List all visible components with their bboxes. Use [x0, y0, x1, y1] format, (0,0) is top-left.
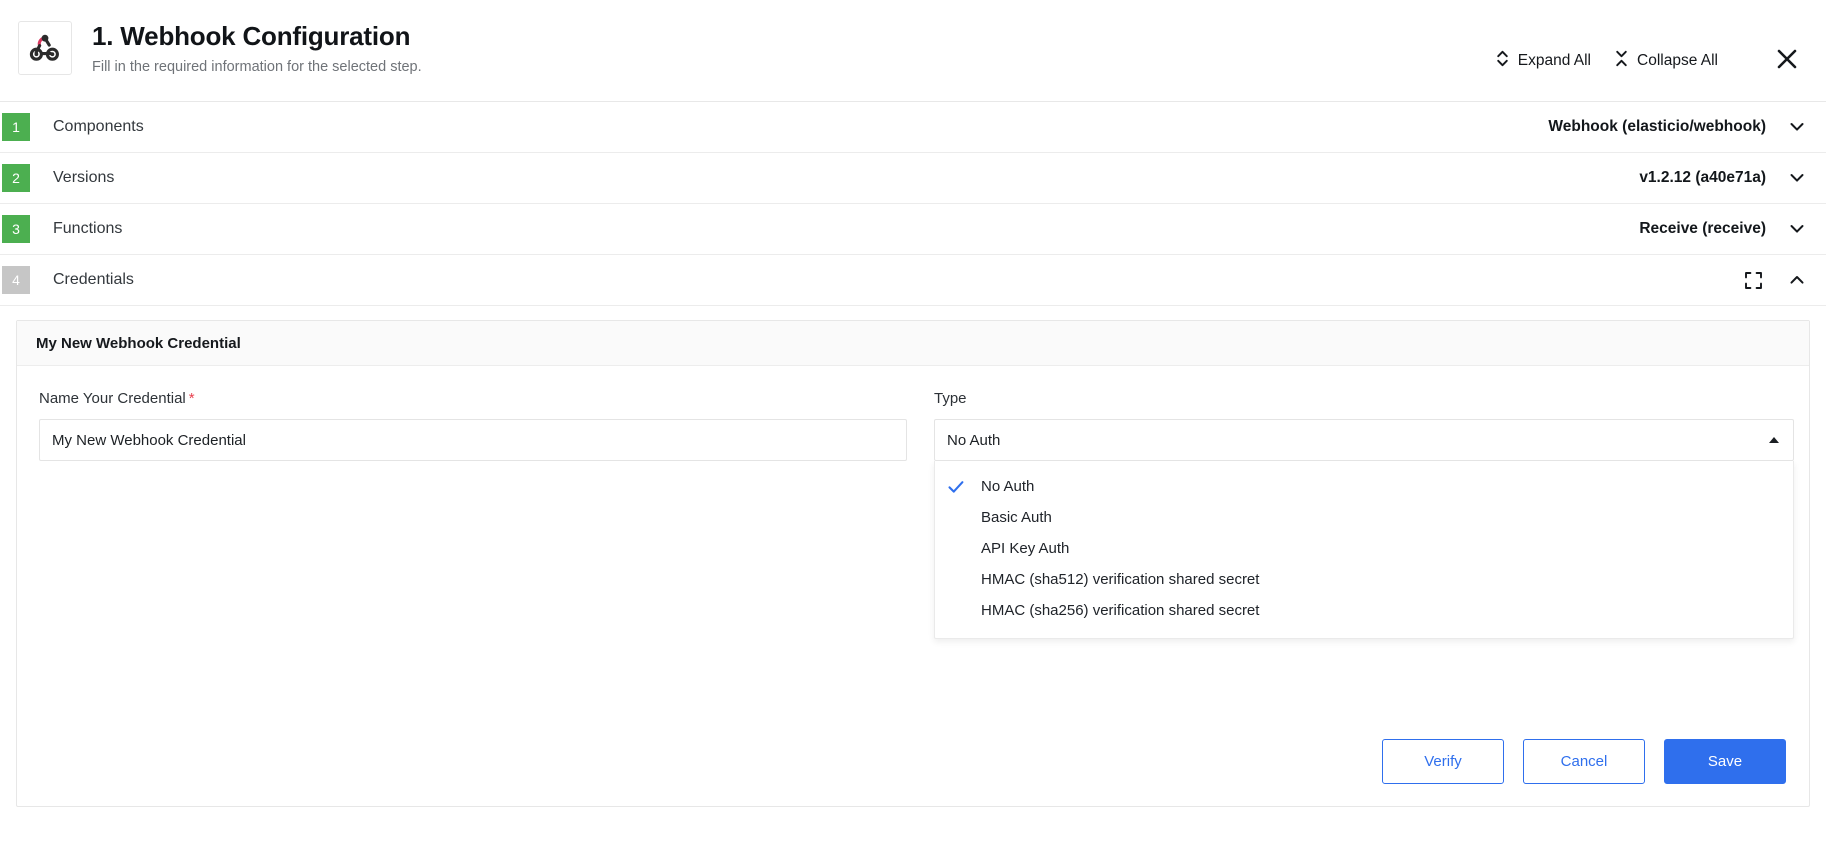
type-option-label: No Auth — [981, 478, 1035, 495]
type-select-value: No Auth — [947, 431, 1001, 449]
step-badge-2: 2 — [2, 164, 30, 192]
chevron-down-icon[interactable] — [1784, 216, 1810, 242]
credential-card: My New Webhook Credential Name Your Cred… — [16, 320, 1810, 807]
step-right-functions: Receive (receive) — [1639, 216, 1826, 242]
credential-name-input[interactable] — [39, 419, 907, 461]
save-button[interactable]: Save — [1664, 739, 1786, 784]
cancel-button[interactable]: Cancel — [1523, 739, 1645, 784]
type-select-trigger[interactable]: No Auth — [934, 419, 1794, 461]
name-field-group: Name Your Credential * — [39, 390, 907, 461]
type-option-hmac-sha512[interactable]: HMAC (sha512) verification shared secret — [935, 564, 1793, 595]
name-field-label: Name Your Credential * — [39, 390, 907, 408]
header-text-block: 1. Webhook Configuration Fill in the req… — [92, 18, 1484, 76]
page-subtitle: Fill in the required information for the… — [92, 59, 422, 75]
step-right-credentials — [1740, 267, 1826, 293]
step-value-versions: v1.2.12 (a40e71a) — [1639, 169, 1766, 186]
step-badge-1: 1 — [2, 113, 30, 141]
step-badge-4: 4 — [2, 266, 30, 294]
type-field-group: Type No Auth No Auth Basic Auth API Key … — [934, 390, 1794, 639]
chevron-down-icon[interactable] — [1784, 165, 1810, 191]
type-select-dropdown: No Auth Basic Auth API Key Auth HMAC (sh… — [934, 461, 1794, 639]
collapse-all-button[interactable]: Collapse All — [1603, 43, 1730, 79]
dialog-header: 1. Webhook Configuration Fill in the req… — [0, 0, 1826, 102]
step-label-versions: Versions — [53, 169, 115, 186]
caret-up-icon — [1769, 437, 1779, 443]
step-value-functions: Receive (receive) — [1639, 220, 1766, 237]
step-value-components: Webhook (elasticio/webhook) — [1548, 118, 1766, 135]
expand-all-label: Expand All — [1517, 51, 1591, 69]
webhook-logo-icon — [18, 21, 72, 75]
type-option-label: API Key Auth — [981, 540, 1070, 557]
step-row-versions[interactable]: 2 Versions v1.2.12 (a40e71a) — [0, 153, 1826, 204]
chevron-down-icon[interactable] — [1784, 114, 1810, 140]
step-row-components[interactable]: 1 Components Webhook (elasticio/webhook) — [0, 102, 1826, 153]
expand-all-button[interactable]: Expand All — [1484, 43, 1603, 79]
type-option-label: Basic Auth — [981, 509, 1052, 526]
step-right-components: Webhook (elasticio/webhook) — [1548, 114, 1826, 140]
close-icon — [1774, 46, 1800, 75]
type-option-no-auth[interactable]: No Auth — [935, 471, 1793, 502]
step-label-components: Components — [53, 118, 144, 135]
page-title: 1. Webhook Configuration — [92, 21, 411, 51]
step-right-versions: v1.2.12 (a40e71a) — [1639, 165, 1826, 191]
type-option-basic-auth[interactable]: Basic Auth — [935, 502, 1793, 533]
fullscreen-expand-icon[interactable] — [1740, 267, 1766, 293]
steps-accordion: 1 Components Webhook (elasticio/webhook)… — [0, 102, 1826, 306]
close-button[interactable] — [1770, 42, 1804, 79]
chevron-collapse-icon — [1615, 49, 1628, 73]
name-field-label-text: Name Your Credential — [39, 390, 186, 407]
required-asterisk: * — [188, 390, 195, 407]
credential-actions: Verify Cancel Save — [1382, 739, 1786, 784]
chevron-up-down-icon — [1496, 49, 1509, 73]
collapse-all-label: Collapse All — [1637, 51, 1718, 69]
check-icon — [947, 478, 981, 496]
form-field-grid: Name Your Credential* Type No Auth — [39, 390, 1794, 639]
verify-button[interactable]: Verify — [1382, 739, 1504, 784]
header-actions: Expand All Collapse All — [1484, 42, 1804, 79]
step-row-credentials[interactable]: 4 Credentials — [0, 255, 1826, 306]
type-option-label: HMAC (sha256) verification shared secret — [981, 602, 1260, 619]
step-label-functions: Functions — [53, 220, 123, 237]
credential-card-title: My New Webhook Credential — [17, 321, 1809, 366]
chevron-up-icon[interactable] — [1784, 267, 1810, 293]
type-field-label: Type — [934, 390, 967, 407]
type-option-label: HMAC (sha512) verification shared secret — [981, 571, 1260, 588]
type-option-api-key-auth[interactable]: API Key Auth — [935, 533, 1793, 564]
type-option-hmac-sha256[interactable]: HMAC (sha256) verification shared secret — [935, 595, 1793, 626]
step-label-credentials: Credentials — [53, 271, 134, 288]
step-row-functions[interactable]: 3 Functions Receive (receive) — [0, 204, 1826, 255]
webhook-logo-glyph — [29, 34, 59, 61]
step-badge-3: 3 — [2, 215, 30, 243]
